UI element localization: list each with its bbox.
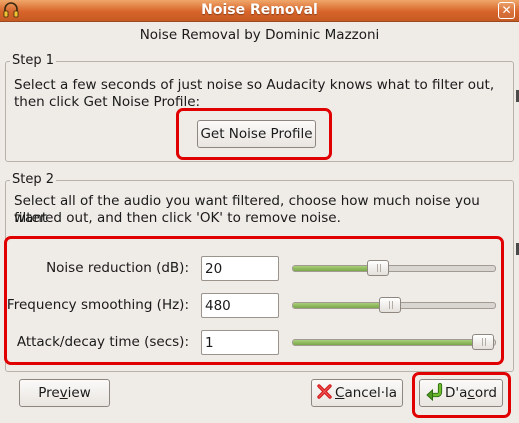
window-title: Noise Removal bbox=[201, 2, 318, 18]
close-button[interactable]: ✕ bbox=[498, 2, 515, 19]
close-icon: ✕ bbox=[501, 3, 512, 17]
dialog-header: Noise Removal by Dominic Mazzoni bbox=[139, 27, 380, 43]
step2-description-line2: filtered out, and then click 'OK' to rem… bbox=[14, 210, 341, 226]
ok-label-mnemonic: c bbox=[467, 385, 475, 401]
preview-label-pre: Pre bbox=[38, 385, 60, 401]
frequency-smoothing-input[interactable] bbox=[201, 293, 279, 318]
attack-decay-slider-thumb[interactable] bbox=[471, 334, 494, 350]
noise-reduction-label: Noise reduction (dB): bbox=[46, 260, 189, 276]
noise-reduction-slider-thumb[interactable] bbox=[366, 260, 389, 276]
noise-reduction-slider[interactable] bbox=[292, 260, 496, 276]
attack-decay-label: Attack/decay time (secs): bbox=[16, 334, 189, 350]
step1-legend: Step 1 bbox=[10, 53, 57, 68]
frequency-smoothing-slider-fill bbox=[293, 303, 390, 308]
ok-button[interactable]: D'acord bbox=[419, 379, 503, 407]
ok-label-pre: D'a bbox=[445, 385, 468, 401]
noise-reduction-input[interactable] bbox=[201, 256, 279, 281]
attack-decay-slider[interactable] bbox=[292, 334, 496, 350]
step2-legend: Step 2 bbox=[10, 172, 57, 187]
step1-description-line1: Select a few seconds of just noise so Au… bbox=[14, 77, 495, 93]
preview-label-post: iew bbox=[67, 385, 91, 401]
preview-button[interactable]: Preview bbox=[19, 379, 110, 407]
attack-decay-slider-fill bbox=[293, 340, 483, 345]
cancel-button[interactable]: Cancel·la bbox=[311, 379, 403, 407]
frequency-smoothing-label: Frequency smoothing (Hz): bbox=[6, 297, 189, 313]
preview-label-mnemonic: v bbox=[59, 385, 68, 401]
title-bar[interactable]: Noise Removal ✕ bbox=[0, 0, 519, 22]
noise-reduction-slider-fill bbox=[293, 266, 378, 271]
ok-arrow-icon bbox=[426, 382, 443, 402]
cancel-label-post: ancel·la bbox=[344, 385, 398, 401]
get-noise-profile-button[interactable]: Get Noise Profile bbox=[197, 120, 316, 148]
frequency-smoothing-slider[interactable] bbox=[292, 297, 496, 313]
step1-description-line2: then click Get Noise Profile: bbox=[14, 94, 201, 110]
ok-label-post: ord bbox=[474, 385, 497, 401]
cancel-icon bbox=[317, 384, 332, 399]
attack-decay-input[interactable] bbox=[201, 330, 279, 355]
frequency-smoothing-slider-thumb[interactable] bbox=[378, 297, 401, 313]
